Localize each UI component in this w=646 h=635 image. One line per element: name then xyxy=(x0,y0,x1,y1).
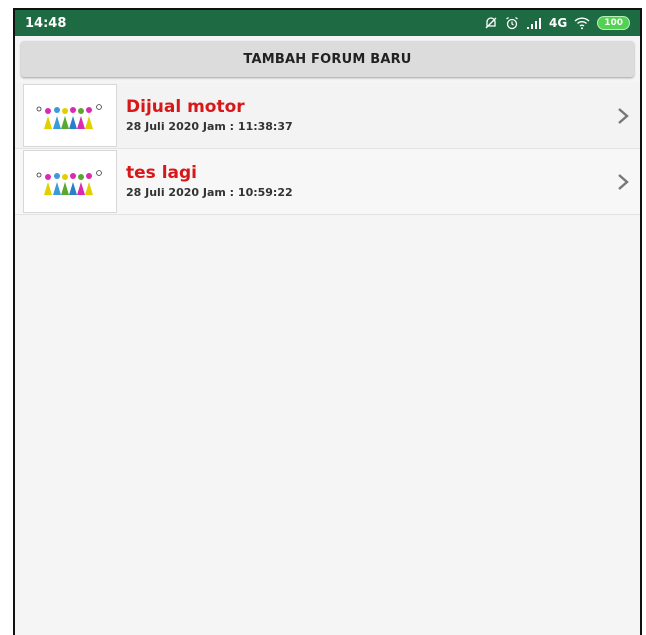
chevron-right-icon xyxy=(618,107,629,124)
network-type: 4G xyxy=(549,16,568,30)
add-forum-button[interactable]: TAMBAH FORUM BARU xyxy=(21,41,634,77)
forum-title: Dijual motor xyxy=(126,97,245,117)
forum-thumbnail xyxy=(23,84,117,147)
app-screen: 14:48 4G 100 TAMBAH FORUM BARU Dijual mo… xyxy=(13,8,642,635)
forum-item[interactable]: Dijual motor 28 Juli 2020 Jam : 11:38:37 xyxy=(15,83,640,149)
forum-date: 28 Juli 2020 Jam : 11:38:37 xyxy=(126,120,293,133)
signal-icon xyxy=(527,18,541,29)
forum-date: 28 Juli 2020 Jam : 10:59:22 xyxy=(126,186,293,199)
battery-icon: 100 xyxy=(597,16,630,30)
forum-list: Dijual motor 28 Juli 2020 Jam : 11:38:37 xyxy=(15,83,640,215)
forum-item[interactable]: tes lagi 28 Juli 2020 Jam : 10:59:22 xyxy=(15,149,640,215)
forum-thumbnail xyxy=(23,150,117,213)
status-icons: 4G 100 xyxy=(484,16,630,30)
wifi-icon xyxy=(574,17,590,30)
bell-off-icon xyxy=(485,17,497,29)
status-bar: 14:48 4G 100 xyxy=(15,10,640,36)
clock: 14:48 xyxy=(25,15,67,31)
people-logo-icon xyxy=(36,169,102,195)
people-logo-icon xyxy=(36,103,102,129)
alarm-icon xyxy=(506,17,518,30)
forum-title: tes lagi xyxy=(126,163,197,183)
chevron-right-icon xyxy=(618,173,629,190)
